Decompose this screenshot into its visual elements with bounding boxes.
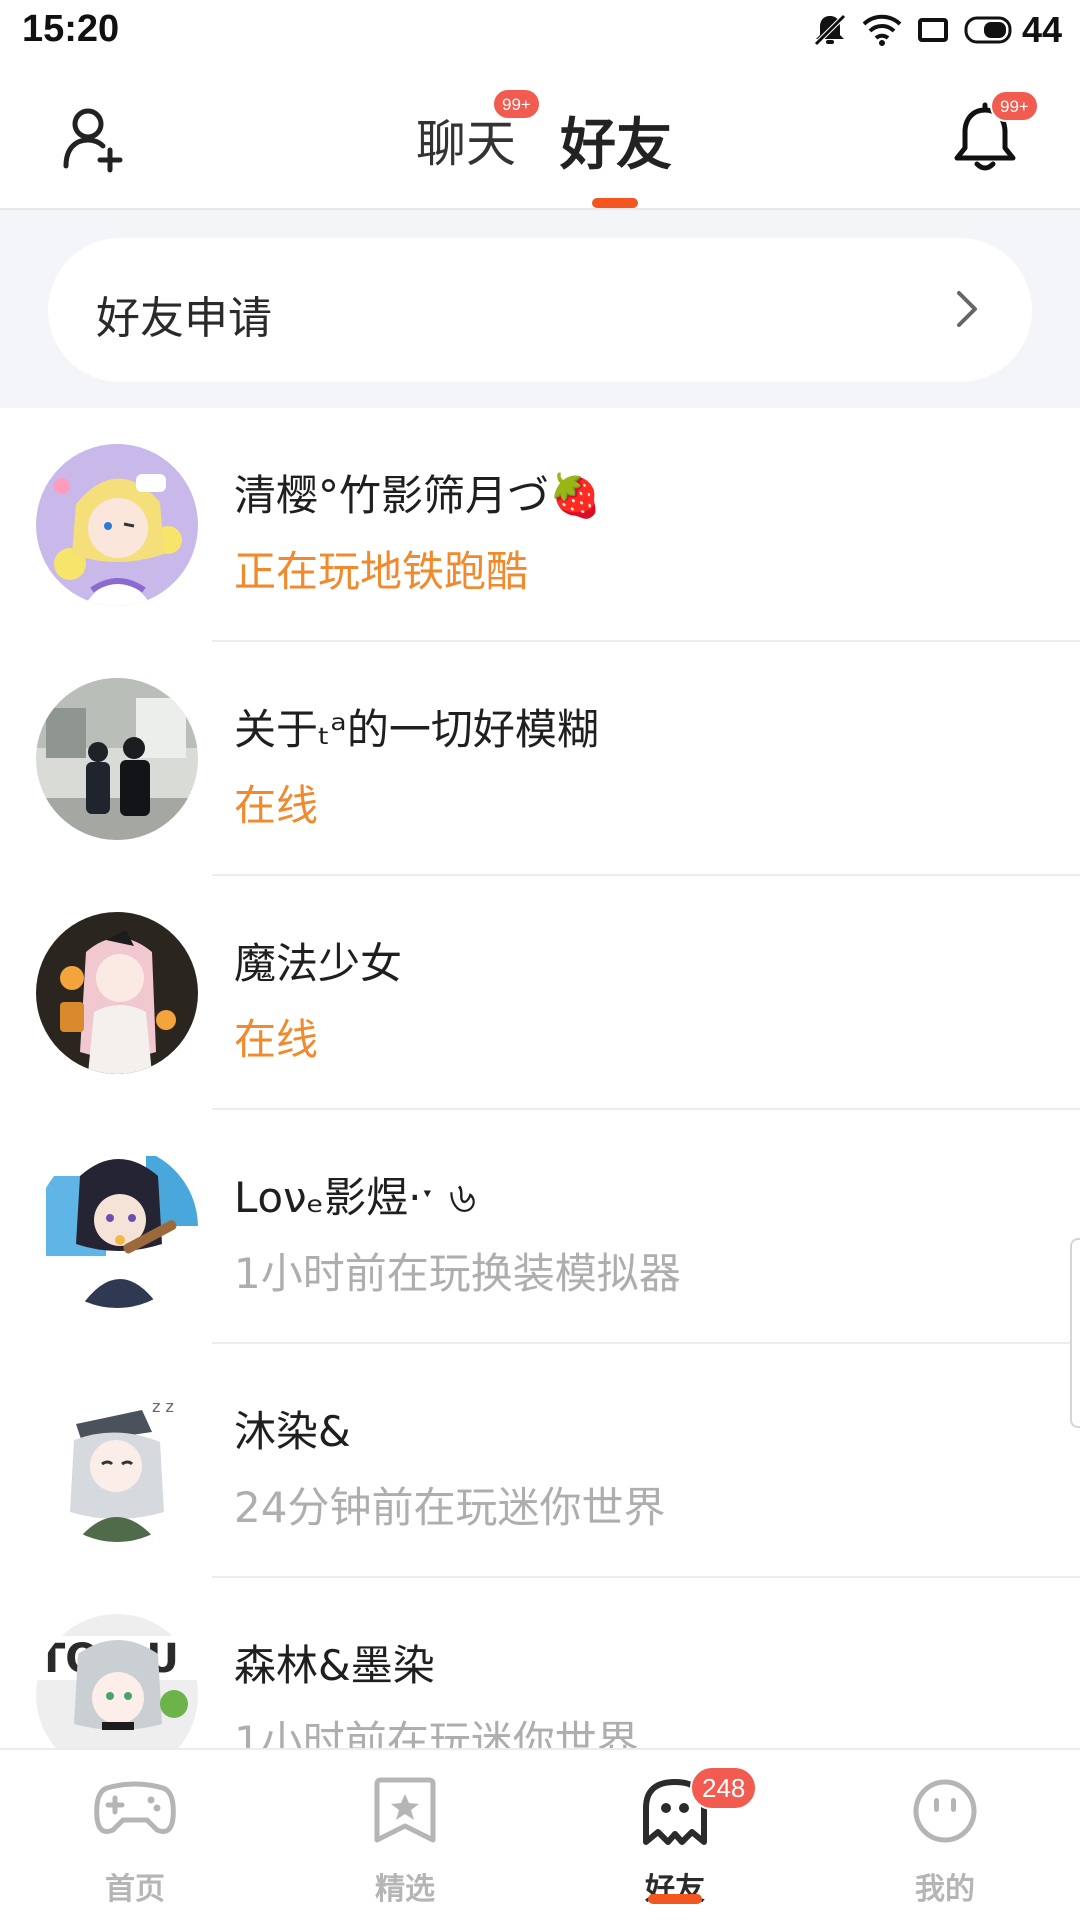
nav-home[interactable]: 首页 — [0, 1750, 270, 1920]
side-drawer-handle[interactable] — [1070, 1238, 1080, 1428]
tab-bar: 聊天 99+ 好友 — [0, 64, 1080, 208]
screen-icon — [916, 16, 950, 44]
friend-name: 森林&墨染 — [234, 1641, 435, 1690]
friend-row[interactable]: z z 沐染& 24分钟前在玩迷你世界 — [0, 1344, 1080, 1578]
friend-request-section: 好友申请 — [0, 210, 1080, 408]
friend-name: Lονₑ影煜·ˑ ৬ — [234, 1173, 477, 1222]
nav-friends[interactable]: 248 好友 — [540, 1750, 810, 1920]
friend-status: 1小时前在玩迷你世界 — [234, 1717, 639, 1748]
friend-list[interactable]: 清樱°竹影筛月づ🍓 正在玩地铁跑酷 关于ₜᵃ的一切好模糊 在线 魔法少女 在线 … — [0, 408, 1080, 1748]
friend-request-label: 好友申请 — [96, 293, 272, 344]
friend-status: 在线 — [234, 1015, 319, 1064]
status-bar: 15:20 44 — [0, 0, 1080, 64]
friend-name: 沐染& — [234, 1407, 351, 1456]
avatar — [36, 912, 198, 1074]
friend-row[interactable]: Lονₑ影煜·ˑ ৬ 1小时前在玩换装模拟器 — [0, 1110, 1080, 1344]
bell-icon — [948, 102, 1022, 182]
nav-featured[interactable]: 精选 — [270, 1750, 540, 1920]
svg-text:z z: z z — [152, 1397, 174, 1416]
chat-badge: 99+ — [492, 88, 541, 120]
friend-row[interactable]: 魔法少女 在线 — [0, 876, 1080, 1110]
tab-friends[interactable]: 好友 — [560, 100, 672, 181]
battery-level: 44 — [1021, 9, 1062, 50]
battery-icon — [964, 15, 1014, 45]
nav-mine[interactable]: 我的 — [810, 1750, 1080, 1920]
avatar: z z — [36, 1380, 198, 1542]
avatar: TO DU — [36, 1614, 198, 1748]
smiley-face-icon — [910, 1776, 980, 1850]
bell-badge: 99+ — [990, 90, 1039, 122]
friends-nav-badge: 248 — [690, 1766, 758, 1810]
friend-row[interactable]: TO DU 森林&墨染 1小时前在玩迷你世界 — [0, 1578, 1080, 1748]
friend-name: 清樱°竹影筛月づ🍓 — [234, 471, 602, 520]
star-bookmark-icon — [373, 1776, 437, 1850]
friend-row[interactable]: 清樱°竹影筛月づ🍓 正在玩地铁跑酷 — [0, 408, 1080, 642]
wifi-icon — [862, 13, 902, 47]
status-icons: 44 — [812, 9, 1062, 50]
notifications-muted-icon — [812, 12, 848, 48]
friend-status: 24分钟前在玩迷你世界 — [234, 1483, 666, 1532]
friend-name: 魔法少女 — [234, 939, 403, 988]
friend-status: 1小时前在玩换装模拟器 — [234, 1249, 681, 1298]
nav-label: 我的 — [915, 1872, 975, 1907]
friend-row[interactable]: 关于ₜᵃ的一切好模糊 在线 — [0, 642, 1080, 876]
avatar — [36, 678, 198, 840]
bottom-nav: 首页 精选 248 好友 我的 — [0, 1748, 1080, 1920]
avatar — [36, 444, 198, 606]
gamepad-icon — [93, 1776, 177, 1844]
active-nav-indicator — [648, 1894, 702, 1904]
friend-status: 在线 — [234, 781, 319, 830]
friend-name: 关于ₜᵃ的一切好模糊 — [234, 705, 599, 754]
nav-label: 精选 — [375, 1872, 435, 1907]
avatar — [36, 1146, 198, 1308]
status-time: 15:20 — [22, 8, 120, 50]
top-header: 聊天 99+ 好友 99+ — [0, 64, 1080, 210]
friend-status: 正在玩地铁跑酷 — [234, 547, 529, 596]
nav-label: 首页 — [105, 1872, 165, 1907]
chevron-right-icon — [954, 288, 980, 334]
active-tab-indicator — [592, 198, 638, 208]
friend-request-button[interactable]: 好友申请 — [48, 238, 1032, 382]
